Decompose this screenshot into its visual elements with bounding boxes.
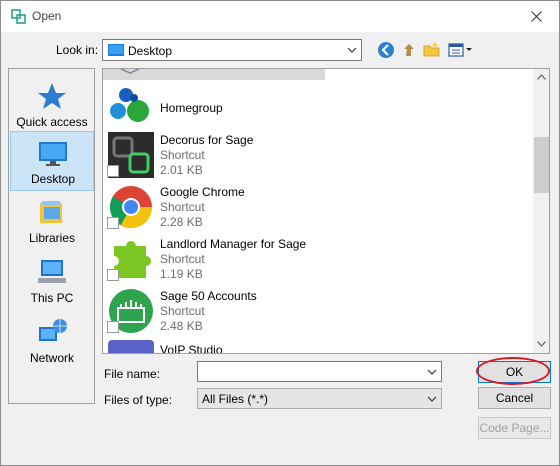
list-item[interactable]: VoIP Studio — [103, 340, 433, 354]
place-this-pc[interactable]: This PC — [10, 251, 94, 311]
file-type-label: Files of type: — [104, 393, 173, 407]
shortcut-arrow-icon — [107, 217, 119, 229]
view-menu-icon[interactable] — [447, 40, 473, 60]
place-label: Quick access — [16, 115, 88, 129]
chevron-down-icon — [347, 47, 357, 53]
file-type: Shortcut — [160, 200, 205, 214]
ok-highlight-ring — [476, 357, 550, 385]
file-name: Homegroup — [160, 101, 223, 115]
chevron-down-icon — [427, 396, 437, 402]
vertical-scrollbar[interactable] — [533, 69, 549, 353]
list-item[interactable] — [103, 69, 325, 80]
file-size: 2.28 KB — [160, 215, 203, 229]
shortcut-arrow-icon — [107, 269, 119, 281]
shortcut-arrow-icon — [107, 321, 119, 333]
file-type-dropdown[interactable]: All Files (*.*) — [197, 388, 442, 409]
title-bar: Open — [1, 1, 559, 32]
file-list[interactable]: Homegroup Decorus for Sage Shortcut 2.01… — [102, 68, 550, 354]
open-dialog: Open Look in: Desktop Quick access Deskt… — [0, 0, 560, 466]
close-button[interactable] — [513, 1, 559, 32]
app-icon — [11, 9, 26, 24]
place-quick-access[interactable]: Quick access — [10, 75, 94, 135]
file-type: Shortcut — [160, 304, 205, 318]
file-type-value: All Files (*.*) — [202, 392, 269, 406]
scroll-down-icon[interactable] — [537, 341, 546, 347]
file-size: 2.01 KB — [160, 163, 203, 177]
network-icon — [39, 319, 67, 341]
libraries-icon — [40, 201, 62, 223]
file-size: 2.48 KB — [160, 319, 203, 333]
list-item[interactable]: Decorus for Sage Shortcut 2.01 KB — [103, 132, 433, 182]
list-item[interactable]: Google Chrome Shortcut 2.28 KB — [103, 184, 433, 234]
file-name: Landlord Manager for Sage — [160, 237, 307, 251]
file-name: Decorus for Sage — [160, 133, 254, 147]
look-in-value: Desktop — [128, 44, 173, 58]
file-name: Sage 50 Accounts — [160, 289, 257, 303]
file-name-field[interactable] — [197, 361, 442, 382]
close-icon — [530, 11, 542, 22]
place-desktop[interactable]: Desktop — [10, 131, 94, 191]
homegroup-icon — [110, 88, 149, 122]
cancel-button[interactable]: Cancel — [478, 387, 551, 409]
list-item[interactable]: Landlord Manager for Sage Shortcut 1.19 … — [103, 236, 433, 286]
star-icon — [38, 83, 66, 109]
shortcut-arrow-icon — [107, 165, 119, 177]
place-label: Libraries — [28, 231, 76, 245]
list-item[interactable]: Sage 50 Accounts Shortcut 2.48 KB — [103, 288, 433, 338]
place-label: Network — [29, 351, 74, 365]
file-name: Google Chrome — [160, 185, 245, 199]
code-page-button[interactable]: Code Page... — [478, 417, 551, 439]
place-label: Desktop — [30, 172, 76, 186]
look-in-label: Look in: — [56, 43, 99, 57]
scroll-thumb[interactable] — [534, 137, 549, 193]
file-name: VoIP Studio — [160, 343, 223, 354]
new-folder-icon[interactable] — [422, 40, 442, 60]
file-name-label: File name: — [104, 367, 161, 381]
place-libraries[interactable]: Libraries — [10, 191, 94, 251]
computer-icon — [38, 260, 66, 283]
window-title: Open — [32, 9, 62, 23]
desktop-icon — [108, 44, 124, 56]
file-size: 1.19 KB — [160, 267, 203, 281]
file-type: Shortcut — [160, 252, 205, 266]
place-network[interactable]: Network — [10, 311, 94, 371]
place-label: This PC — [30, 291, 74, 305]
chevron-down-icon[interactable] — [427, 367, 437, 377]
look-in-dropdown[interactable]: Desktop — [102, 39, 362, 61]
desktop-icon — [39, 142, 67, 166]
up-folder-icon[interactable] — [399, 40, 419, 60]
voip-studio-icon — [108, 340, 154, 353]
file-type: Shortcut — [160, 148, 205, 162]
back-icon[interactable] — [376, 40, 396, 60]
places-bar: Quick access Desktop Libraries This PC N… — [8, 68, 95, 404]
file-name-input[interactable] — [200, 364, 422, 379]
scroll-up-icon[interactable] — [537, 74, 546, 80]
drive-icon — [120, 69, 140, 74]
list-item-homegroup[interactable]: Homegroup — [103, 87, 433, 127]
